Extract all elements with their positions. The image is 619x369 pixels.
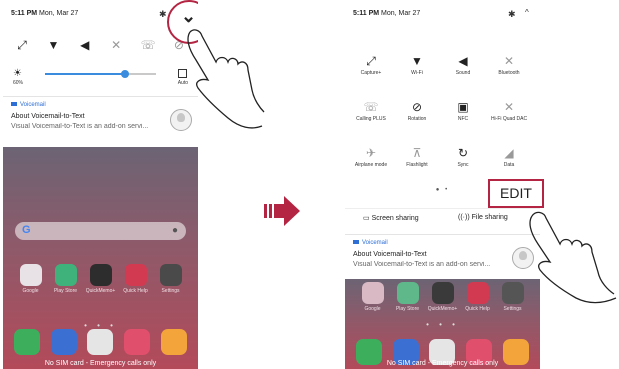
capture-icon: ⤢ xyxy=(366,54,376,68)
screen-sharing-button[interactable]: ▭ Screen sharing xyxy=(363,214,419,222)
no-sim-text: No SIM card - Emergency calls only xyxy=(386,360,499,367)
no-sim-text: No SIM card - Emergency calls only xyxy=(44,360,157,367)
play-store-icon xyxy=(54,264,77,286)
google-app-icon xyxy=(19,264,42,286)
google-search-bar[interactable]: G ● xyxy=(15,222,186,240)
bluetooth-icon: ✕ xyxy=(503,54,515,68)
brightness-fill xyxy=(45,73,125,75)
mic-icon[interactable]: ● xyxy=(172,225,178,236)
app-play-store[interactable]: Play Store xyxy=(393,282,423,312)
flashlight-icon: ⊼ xyxy=(412,146,422,160)
home-screen: Google Play Store QuickMemo+ Quick Help … xyxy=(345,278,540,369)
phone-icon[interactable] xyxy=(14,329,41,355)
settings-icon xyxy=(159,264,182,286)
app-settings[interactable]: Settings xyxy=(156,264,186,294)
gear-icon[interactable]: ✱ xyxy=(508,9,516,20)
notification-title: About Voicemail-to-Text xyxy=(353,251,427,258)
page-indicator: • • • xyxy=(426,320,459,329)
phone-collapsed: G ● Google Play Store QuickMemo+ Quick H… xyxy=(3,0,198,369)
app-quickmemo[interactable]: QuickMemo+ xyxy=(428,282,458,312)
messages-icon[interactable] xyxy=(50,329,77,355)
wifi-icon[interactable]: ▼ xyxy=(46,38,60,53)
brightness-control: ☀ 60% Auto xyxy=(13,68,188,86)
tile-flashlight[interactable]: ⊼ Flashlight xyxy=(393,146,441,168)
app-google[interactable]: Google xyxy=(16,264,46,294)
calling-plus-icon: ☏ xyxy=(363,100,379,114)
app-google[interactable]: Google xyxy=(358,282,388,312)
voicemail-icon xyxy=(11,102,17,107)
tile-wifi[interactable]: ▼ Wi-Fi xyxy=(393,54,441,76)
calling-plus-icon[interactable]: ☏ xyxy=(141,38,156,53)
gallery-icon[interactable] xyxy=(124,329,151,355)
tile-hifi-dac[interactable]: ✕ Hi-Fi Quad DAC xyxy=(485,100,533,122)
hand-pointer-icon xyxy=(187,29,265,129)
tile-airplane[interactable]: ✈ Airplane mode xyxy=(347,146,395,168)
google-app-icon xyxy=(361,282,384,304)
quick-help-icon xyxy=(466,282,489,304)
airplane-icon: ✈ xyxy=(365,146,377,160)
dock xyxy=(3,329,198,355)
play-store-icon xyxy=(396,282,419,304)
sharing-row: ▭ Screen sharing ((·)) File sharing xyxy=(345,208,540,233)
nfc-icon: ▣ xyxy=(457,100,469,114)
tile-bluetooth[interactable]: ✕ Bluetooth xyxy=(485,54,533,76)
voicemail-notification[interactable]: Voicemail About Voicemail-to-Text Visual… xyxy=(345,234,540,279)
app-row: Google Play Store QuickMemo+ Quick Help … xyxy=(3,264,198,294)
tile-rotation[interactable]: ⊘ Rotation xyxy=(393,100,441,122)
tile-sync[interactable]: ↻ Sync xyxy=(439,146,487,168)
hifi-icon: ✕ xyxy=(503,100,515,114)
app-play-store[interactable]: Play Store xyxy=(51,264,81,294)
chevron-up-icon[interactable]: ^ xyxy=(525,8,529,17)
arrow-right-icon xyxy=(264,196,300,226)
data-icon: ◢ xyxy=(504,146,514,160)
sound-icon[interactable]: ◀ xyxy=(78,38,92,53)
app-quickmemo[interactable]: QuickMemo+ xyxy=(86,264,116,294)
rotation-icon: ⊘ xyxy=(411,100,423,114)
notification-title: About Voicemail-to-Text xyxy=(11,113,85,120)
file-sharing-button[interactable]: ((·)) File sharing xyxy=(458,214,508,221)
google-icon: G xyxy=(22,224,31,236)
screen-share-icon: ▭ xyxy=(363,215,372,222)
tile-capture[interactable]: ⤢ Capture+ xyxy=(347,54,395,76)
app-quick-help[interactable]: Quick Help xyxy=(121,264,151,294)
app-row: Google Play Store QuickMemo+ Quick Help … xyxy=(345,282,540,312)
brightness-icon: ☀ xyxy=(13,68,22,79)
file-share-icon: ((·)) xyxy=(458,214,472,221)
sync-icon: ↻ xyxy=(457,146,469,160)
capture-icon[interactable]: ⤢ xyxy=(15,38,29,53)
home-screen: G ● Google Play Store QuickMemo+ Quick H… xyxy=(3,146,198,369)
brightness-handle[interactable] xyxy=(120,70,129,78)
tile-data[interactable]: ◢ Data xyxy=(485,146,533,168)
chrome-icon[interactable] xyxy=(160,329,187,355)
status-bar: 5:11 PM Mon, Mar 27 xyxy=(11,10,79,17)
tile-sound[interactable]: ◀ Sound xyxy=(439,54,487,76)
bluetooth-icon[interactable]: ✕ xyxy=(109,38,123,53)
notification-body: Visual Voicemail-to-Text is an add-on se… xyxy=(353,261,491,268)
app-quick-help[interactable]: Quick Help xyxy=(463,282,493,312)
quick-help-icon xyxy=(124,264,147,286)
status-bar: 5:11 PM Mon, Mar 27 xyxy=(353,10,421,17)
brightness-slider[interactable] xyxy=(45,70,156,78)
sound-icon: ◀ xyxy=(458,54,468,68)
quick-settings-row: ⤢ ▼ ◀ ✕ ☏ ⊘ xyxy=(7,38,194,53)
quickmemo-icon xyxy=(431,282,454,304)
notification-body: Visual Voicemail-to-Text is an add-on se… xyxy=(11,123,149,130)
voicemail-icon xyxy=(353,240,359,245)
tile-calling-plus[interactable]: ☏ Calling PLUS xyxy=(347,100,395,122)
hand-pointer-icon xyxy=(529,211,617,304)
notification-shade-expanded: 5:11 PM Mon, Mar 27 ✱ ^ ⤢ Capture+ ▼ Wi-Fi… xyxy=(345,0,540,279)
tile-nfc[interactable]: ▣ NFC xyxy=(439,100,487,122)
voicemail-notification[interactable]: Voicemail About Voicemail-to-Text Visual… xyxy=(3,96,198,147)
wifi-icon: ▼ xyxy=(411,54,423,68)
gear-icon[interactable]: ✱ xyxy=(159,9,167,20)
quickmemo-icon xyxy=(89,264,112,286)
camera-icon[interactable] xyxy=(87,329,114,355)
